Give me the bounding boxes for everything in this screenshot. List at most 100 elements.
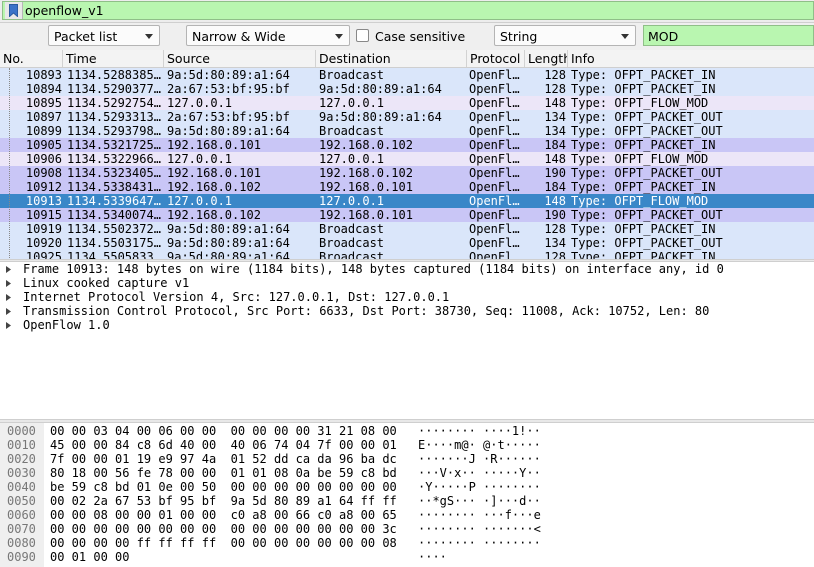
packet-source: 9a:5d:80:89:a1:64 (167, 68, 290, 82)
bytes-offset: 0030 (7, 466, 36, 480)
packet-length: 128 (544, 82, 566, 96)
packet-time: 1134.5288385… (67, 68, 161, 82)
search-in-value: Packet list (54, 29, 118, 44)
expand-arrow-icon[interactable] (6, 266, 11, 273)
packet-source: 9a:5d:80:89:a1:64 (167, 124, 290, 138)
packet-time: 1134.5338431… (67, 180, 161, 194)
packet-protocol: OpenFl… (469, 124, 520, 138)
char-width-value: Narrow & Wide (192, 29, 286, 44)
filter-bookmark-button[interactable] (5, 2, 23, 19)
packet-destination: 127.0.0.1 (319, 96, 385, 110)
chevron-down-icon (621, 34, 629, 39)
detail-text: Transmission Control Protocol, Src Port:… (23, 304, 710, 318)
packet-destination: Broadcast (319, 236, 385, 250)
display-filter-input[interactable]: openflow_v1 (2, 1, 814, 20)
packet-info: Type: OFPT_FLOW_MOD (571, 194, 709, 208)
bookmark-icon (9, 4, 18, 17)
packet-destination: 127.0.0.1 (319, 194, 385, 208)
column-header-info[interactable]: Info (568, 50, 814, 67)
packet-row[interactable]: 10908 1134.5323405… 192.168.0.101 192.168.0… (0, 166, 814, 180)
column-header-length[interactable]: Length (525, 50, 568, 67)
packet-destination: 192.168.0.102 (319, 166, 413, 180)
packet-row[interactable]: 10893 1134.5288385… 9a:5d:80:89:a1:64 Broad… (0, 68, 814, 82)
packet-source: 9a:5d:80:89:a1:64 (167, 222, 290, 236)
packet-row[interactable]: 10920 1134.5503175… 9a:5d:80:89:a1:64 Broad… (0, 236, 814, 250)
bytes-offset: 0050 (7, 494, 36, 508)
packet-source: 127.0.0.1 (167, 96, 233, 110)
expand-arrow-icon[interactable] (6, 322, 11, 329)
bytes-offset: 0020 (7, 452, 36, 466)
packet-time: 1134.5502372… (67, 222, 161, 236)
packet-destination: 192.168.0.102 (319, 138, 413, 152)
packet-length: 190 (544, 166, 566, 180)
packet-protocol: OpenFl… (469, 180, 520, 194)
packet-length: 134 (544, 236, 566, 250)
search-in-select[interactable]: Packet list (48, 25, 160, 46)
packet-time: 1134.5322966… (67, 152, 161, 166)
packet-protocol: OpenFl… (469, 236, 520, 250)
bytes-offset: 0010 (7, 438, 36, 452)
packet-row[interactable]: 10906 1134.5322966… 127.0.0.1 127.0.0.1 Open… (0, 152, 814, 166)
expand-arrow-icon[interactable] (6, 308, 11, 315)
packet-length: 134 (544, 110, 566, 124)
bytes-ascii: ········ ·······< (418, 522, 541, 536)
bytes-ascii: ···V·x·· ·····Y·· (418, 466, 541, 480)
column-header-destination[interactable]: Destination (316, 50, 467, 67)
packet-time: 1134.5503175… (67, 236, 161, 250)
detail-text: OpenFlow 1.0 (23, 318, 110, 332)
packet-row[interactable]: 10895 1134.5292754… 127.0.0.1 127.0.0.1 Open… (0, 96, 814, 110)
packet-source: 127.0.0.1 (167, 194, 233, 208)
packet-info: Type: OFPT_PACKET_IN (571, 180, 716, 194)
packet-source: 127.0.0.1 (167, 152, 233, 166)
bytes-ascii: ·······J ·R······ (418, 452, 541, 466)
packet-destination: Broadcast (319, 222, 385, 236)
search-type-value: String (500, 29, 538, 44)
packet-length: 148 (544, 152, 566, 166)
column-header-time[interactable]: Time (63, 50, 164, 67)
char-width-select[interactable]: Narrow & Wide (186, 25, 350, 46)
packet-row[interactable]: 10912 1134.5338431… 192.168.0.102 192.168.0… (0, 180, 814, 194)
expand-arrow-icon[interactable] (6, 294, 11, 301)
packet-length: 184 (544, 138, 566, 152)
column-header-protocol[interactable]: Protocol (467, 50, 525, 67)
packet-info: Type: OFPT_PACKET_IN (571, 138, 716, 152)
packet-length: 148 (544, 96, 566, 110)
packet-row[interactable]: 10905 1134.5321725… 192.168.0.101 192.168.0… (0, 138, 814, 152)
packet-protocol: OpenFl… (469, 222, 520, 236)
column-header-source[interactable]: Source (164, 50, 316, 67)
case-sensitive-checkbox[interactable] (356, 29, 369, 42)
bytes-hex: 7f 00 00 01 19 e9 97 4a 01 52 dd ca da 9… (50, 452, 397, 466)
bytes-offset: 0060 (7, 508, 36, 522)
search-value-input[interactable]: MOD (643, 25, 814, 46)
bytes-ascii: ··*gS··· ·]···d·· (418, 494, 541, 508)
bytes-hex: 00 02 2a 67 53 bf 95 bf 9a 5d 80 89 a1 6… (50, 494, 397, 508)
packet-protocol: OpenFl… (469, 110, 520, 124)
packet-protocol: OpenFl… (469, 250, 520, 259)
packet-bytes-pane: 0000 00 00 03 04 00 06 00 00 00 00 00 00 … (0, 423, 814, 567)
case-sensitive-label: Case sensitive (375, 29, 466, 44)
packet-source: 192.168.0.101 (167, 138, 261, 152)
column-header-no[interactable]: No. (0, 50, 63, 67)
packet-row[interactable]: 10913 1134.5339647… 127.0.0.1 127.0.0.1 Open… (0, 194, 814, 208)
packet-length: 128 (544, 222, 566, 236)
packet-row[interactable]: 10915 1134.5340074… 192.168.0.102 192.168.0… (0, 208, 814, 222)
bytes-hex: be 59 c8 bd 01 0e 00 50 00 00 00 00 00 0… (50, 480, 397, 494)
packet-info: Type: OFPT_FLOW_MOD (571, 152, 709, 166)
packet-time: 1134.5505833… (67, 250, 161, 259)
packet-row[interactable]: 10899 1134.5293798… 9a:5d:80:89:a1:64 Broad… (0, 124, 814, 138)
packet-length: 190 (544, 208, 566, 222)
packet-row[interactable]: 10925 1134.5505833… 9a:5d:80:89:a1:64 Broad… (0, 250, 814, 259)
packet-source: 9a:5d:80:89:a1:64 (167, 236, 290, 250)
packet-row[interactable]: 10897 1134.5293313… 2a:67:53:bf:95:bf 9a:5d… (0, 110, 814, 124)
packet-row[interactable]: 10919 1134.5502372… 9a:5d:80:89:a1:64 Broad… (0, 222, 814, 236)
display-filter-text: openflow_v1 (25, 3, 104, 18)
packet-protocol: OpenFl… (469, 82, 520, 96)
packet-length: 128 (544, 68, 566, 82)
packet-protocol: OpenFl… (469, 68, 520, 82)
packet-source: 192.168.0.102 (167, 208, 261, 222)
packet-source: 192.168.0.102 (167, 180, 261, 194)
expand-arrow-icon[interactable] (6, 280, 11, 287)
packet-info: Type: OFPT_PACKET_IN (571, 68, 716, 82)
search-type-select[interactable]: String (494, 25, 636, 46)
packet-row[interactable]: 10894 1134.5290377… 2a:67:53:bf:95:bf 9a:5d… (0, 82, 814, 96)
